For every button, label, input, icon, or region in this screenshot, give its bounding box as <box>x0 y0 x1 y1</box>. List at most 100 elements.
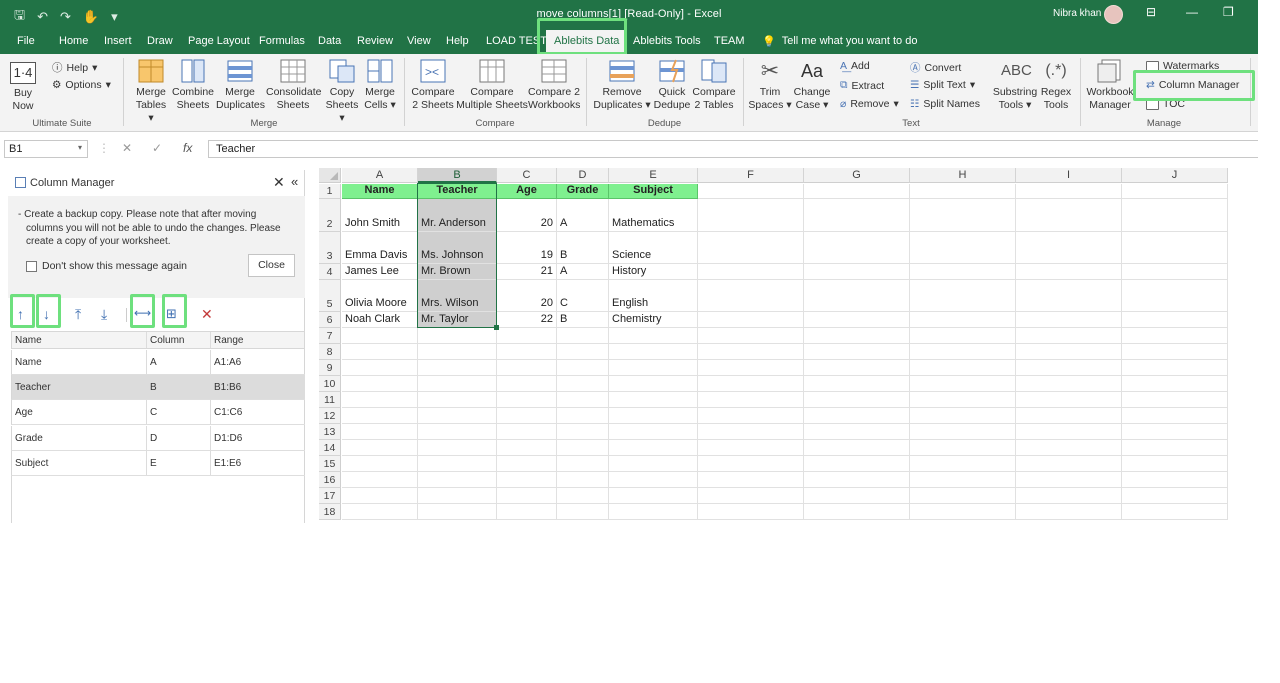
header-cell-name[interactable]: Name <box>342 184 418 199</box>
table-cell[interactable]: Mr. Anderson <box>418 199 497 232</box>
fit-column-width-icon[interactable]: ⟷ <box>134 306 151 320</box>
row-header-18[interactable]: 18 <box>319 504 341 520</box>
table-cell[interactable]: B <box>557 232 609 264</box>
row-header-5[interactable]: 5 <box>319 280 341 312</box>
list-item[interactable]: Age C C1:C6 <box>11 400 305 425</box>
row-header-3[interactable]: 3 <box>319 232 341 264</box>
header-cell-grade[interactable]: Grade <box>557 184 609 199</box>
table-cell[interactable]: Chemistry <box>609 312 698 328</box>
tab-ablebits-tools[interactable]: Ablebits Tools <box>633 35 701 47</box>
tab-load-test[interactable]: LOAD TEST <box>486 35 547 47</box>
tab-page-layout[interactable]: Page Layout <box>188 35 250 47</box>
buy-now-button[interactable]: 1·4 Buy Now <box>6 60 40 113</box>
merge-tables-button[interactable]: Merge Tables ▾ <box>132 54 170 125</box>
tab-formulas[interactable]: Formulas <box>259 35 305 47</box>
column-header-c[interactable]: C <box>497 168 557 183</box>
compare-2-sheets-button[interactable]: >< Compare 2 Sheets <box>410 54 456 112</box>
watermarks-button[interactable]: Watermarks <box>1146 60 1219 72</box>
table-cell[interactable]: History <box>609 264 698 280</box>
column-header-j[interactable]: J <box>1122 168 1228 183</box>
row-header-16[interactable]: 16 <box>319 472 341 488</box>
column-header-g[interactable]: G <box>804 168 910 183</box>
tab-draw[interactable]: Draw <box>147 35 173 47</box>
row-header-7[interactable]: 7 <box>319 328 341 344</box>
enter-icon[interactable]: ✓ <box>152 141 162 155</box>
table-cell[interactable]: B <box>557 312 609 328</box>
split-names-button[interactable]: ☷ Split Names <box>910 98 980 110</box>
table-cell[interactable]: 20 <box>497 280 557 312</box>
row-header-15[interactable]: 15 <box>319 456 341 472</box>
table-cell[interactable]: 22 <box>497 312 557 328</box>
dont-show-checkbox[interactable]: Don't show this message again <box>26 260 187 272</box>
merge-cells-button[interactable]: Merge Cells ▾ <box>362 54 398 112</box>
row-header-13[interactable]: 13 <box>319 424 341 440</box>
substring-tools-button[interactable]: ABC Substring Tools ▾ <box>992 54 1038 112</box>
toc-button[interactable]: TOC <box>1146 98 1185 110</box>
quick-dedupe-button[interactable]: Quick Dedupe <box>652 54 692 112</box>
insert-function-icon[interactable]: fx <box>183 141 192 155</box>
column-header-f[interactable]: F <box>698 168 804 183</box>
close-button[interactable]: Close <box>248 254 295 277</box>
header-cell-teacher[interactable]: Teacher <box>418 184 497 199</box>
row-header-6[interactable]: 6 <box>319 312 341 328</box>
extract-button[interactable]: ⧉ Extract <box>840 79 884 92</box>
table-cell[interactable]: Noah Clark <box>342 312 418 328</box>
tab-data[interactable]: Data <box>318 35 341 47</box>
header-cell-subject[interactable]: Subject <box>609 184 698 199</box>
trim-spaces-button[interactable]: ✂ Trim Spaces ▾ <box>748 54 792 112</box>
delete-column-icon[interactable]: ✕ <box>201 306 213 323</box>
column-header-d[interactable]: D <box>557 168 609 183</box>
insert-column-icon[interactable]: ⊞ <box>166 306 177 322</box>
move-up-icon[interactable]: ↑ <box>17 306 24 322</box>
remove-button[interactable]: ⌀ Remove ▾ <box>840 98 899 110</box>
collapse-icon[interactable]: « <box>291 174 298 189</box>
name-box[interactable]: B1 <box>4 140 88 158</box>
column-header-h[interactable]: H <box>910 168 1016 183</box>
tab-insert[interactable]: Insert <box>104 35 132 47</box>
tab-file[interactable]: File <box>17 35 35 47</box>
workbook-manager-button[interactable]: Workbook Manager <box>1084 54 1136 112</box>
formula-input[interactable]: Teacher <box>208 140 1258 158</box>
move-down-icon[interactable]: ↓ <box>43 306 50 322</box>
checkbox-box[interactable] <box>26 260 37 272</box>
column-header-b[interactable]: B <box>418 168 497 183</box>
row-header-11[interactable]: 11 <box>319 392 341 408</box>
header-cell-age[interactable]: Age <box>497 184 557 199</box>
ribbon-display-icon[interactable]: ⊟ <box>1146 5 1156 19</box>
row-header-8[interactable]: 8 <box>319 344 341 360</box>
table-cell[interactable]: A <box>557 199 609 232</box>
combine-sheets-button[interactable]: Combine Sheets <box>172 54 214 112</box>
table-cell[interactable]: Mr. Brown <box>418 264 497 280</box>
add-text-button[interactable]: A͟ Add <box>840 60 870 72</box>
tab-view[interactable]: View <box>407 35 431 47</box>
column-manager-button[interactable]: ⇄ Column Manager <box>1146 79 1239 91</box>
list-item[interactable]: Subject E E1:E6 <box>11 451 305 476</box>
row-header-4[interactable]: 4 <box>319 264 341 280</box>
column-header-a[interactable]: A <box>342 168 418 183</box>
convert-button[interactable]: Ⓐ Convert <box>910 60 961 75</box>
table-cell[interactable]: 20 <box>497 199 557 232</box>
column-header-i[interactable]: I <box>1016 168 1122 183</box>
tab-review[interactable]: Review <box>357 35 393 47</box>
table-cell[interactable]: John Smith <box>342 199 418 232</box>
list-item[interactable]: Grade D D1:D6 <box>11 426 305 451</box>
move-to-top-icon[interactable]: ⤒ <box>75 306 81 323</box>
table-cell[interactable]: Mr. Taylor <box>418 312 497 328</box>
table-cell[interactable]: Emma Davis <box>342 232 418 264</box>
table-cell[interactable]: Olivia Moore <box>342 280 418 312</box>
minimize-icon[interactable]: — <box>1186 5 1198 19</box>
worksheet-grid[interactable]: A B C D E F G H I J 1 2 3 4 5 6 7 8 9 10 11 12 13 14 15 16 17 18 Nam… <box>319 168 1258 523</box>
table-cell[interactable]: 19 <box>497 232 557 264</box>
row-header-2[interactable]: 2 <box>319 199 341 232</box>
merge-duplicates-button[interactable]: Merge Duplicates <box>216 54 265 112</box>
compare-2-workbooks-button[interactable]: Compare 2 Workbooks <box>528 54 580 112</box>
column-header-e[interactable]: E <box>609 168 698 183</box>
tab-ablebits-data[interactable]: Ablebits Data <box>546 30 628 54</box>
table-cell[interactable]: Mathematics <box>609 199 698 232</box>
copy-sheets-button[interactable]: Copy Sheets ▾ <box>322 54 362 125</box>
change-case-button[interactable]: Aa Change Case ▾ <box>792 54 832 112</box>
row-header-14[interactable]: 14 <box>319 440 341 456</box>
restore-icon[interactable]: ❐ <box>1223 5 1234 19</box>
table-cell[interactable]: James Lee <box>342 264 418 280</box>
row-header-12[interactable]: 12 <box>319 408 341 424</box>
